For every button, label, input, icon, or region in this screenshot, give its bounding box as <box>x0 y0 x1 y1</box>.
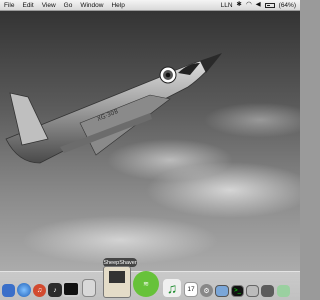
battery-percent: (64%) <box>278 1 296 9</box>
battery-icon[interactable] <box>264 2 275 8</box>
photo-icon[interactable] <box>215 285 229 297</box>
safari-icon[interactable] <box>17 283 31 297</box>
menu-file[interactable]: File <box>0 2 18 9</box>
menu-extras: LLN ✱ ◠ ◀ (64%) <box>221 1 300 9</box>
dock: ♫ ♪ ≋ ♫ 17 ⚙ >_ <box>0 266 300 300</box>
classic-mac-screen <box>109 271 125 283</box>
app-icon-3[interactable] <box>277 285 290 297</box>
jet-aircraft-image: XG·308 <box>5 53 222 164</box>
menu-edit[interactable]: Edit <box>18 2 37 9</box>
calendar-day: 17 <box>187 286 195 293</box>
desktop-wallpaper: XG·308 File Edit View Go Window Help LLN… <box>0 0 300 300</box>
audio-icon[interactable]: ♪ <box>48 283 62 297</box>
terminal-icon[interactable]: >_ <box>231 285 244 297</box>
music-note-icon[interactable]: ♫ <box>163 279 181 297</box>
input-menu[interactable]: LLN <box>221 2 233 9</box>
finder-icon[interactable] <box>2 284 15 297</box>
menu-view[interactable]: View <box>38 2 60 9</box>
itunes-icon[interactable]: ♫ <box>33 284 46 297</box>
menu-window[interactable]: Window <box>76 2 107 9</box>
volume-icon[interactable]: ◀ <box>256 1 261 9</box>
app-icon[interactable] <box>246 285 259 297</box>
app-icon-2[interactable] <box>261 285 274 297</box>
menu-bar: File Edit View Go Window Help LLN ✱ ◠ ◀ … <box>0 0 300 11</box>
classic-mac-icon[interactable] <box>103 266 131 298</box>
monitor-icon[interactable] <box>62 281 80 297</box>
calendar-icon[interactable]: 17 <box>184 282 198 297</box>
spotify-icon[interactable]: ≋ <box>133 271 159 297</box>
bluetooth-icon[interactable]: ✱ <box>237 1 242 9</box>
gameboy-icon[interactable] <box>82 279 96 297</box>
menu-help[interactable]: Help <box>107 2 128 9</box>
settings-icon[interactable]: ⚙ <box>200 284 213 297</box>
menu-go[interactable]: Go <box>60 2 77 9</box>
wifi-icon[interactable]: ◠ <box>246 1 252 9</box>
